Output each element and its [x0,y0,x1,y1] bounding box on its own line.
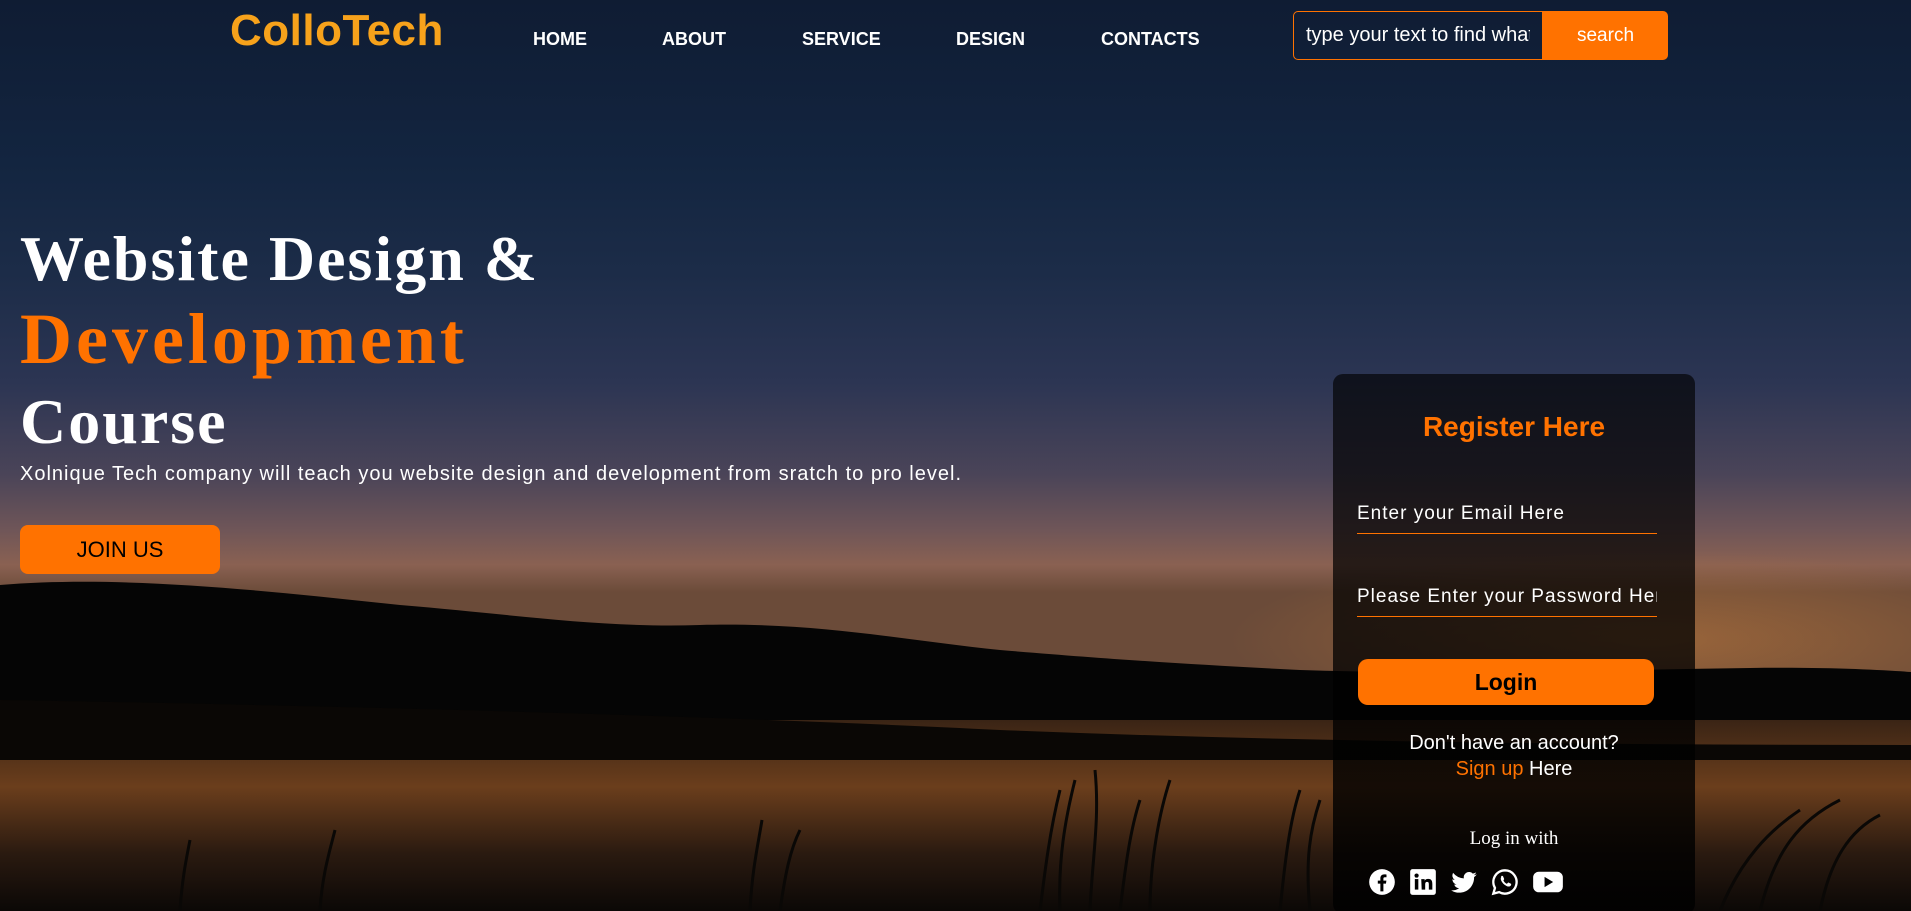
search-input[interactable] [1293,11,1543,60]
twitter-icon[interactable] [1450,868,1478,896]
login-button[interactable]: Login [1358,659,1654,705]
register-form: Register Here Login Don't have an accoun… [1333,374,1695,911]
signup-link[interactable]: Sign up [1456,758,1524,780]
no-account-text: Don't have an account? [1409,732,1619,754]
signup-row: Sign up Here [1333,758,1695,781]
nav-service[interactable]: SERVICE [802,29,881,50]
nav-home[interactable]: HOME [533,29,587,50]
signup-suffix: Here [1523,758,1573,780]
login-with-label: Log in with [1469,828,1559,849]
hero-title-line3: Course [20,386,228,457]
hero-subtitle: Xolnique Tech company will teach you web… [20,463,962,485]
whatsapp-icon[interactable] [1491,868,1519,896]
facebook-icon[interactable] [1368,868,1396,896]
logo[interactable]: ColloTech [230,6,444,56]
hero-title-line1: Website Design & [20,223,540,294]
search-button[interactable]: search [1543,11,1668,60]
hero-title-line2: Development [20,299,468,379]
join-us-button[interactable]: JOIN US [20,525,220,574]
nav-about[interactable]: ABOUT [662,29,726,50]
register-title: Register Here [1422,411,1606,442]
nav-design[interactable]: DESIGN [956,29,1025,50]
youtube-icon[interactable] [1532,868,1564,896]
nav-contacts[interactable]: CONTACTS [1101,29,1200,50]
email-field[interactable] [1357,494,1657,534]
password-field[interactable] [1357,577,1657,617]
linkedin-icon[interactable] [1409,868,1437,896]
